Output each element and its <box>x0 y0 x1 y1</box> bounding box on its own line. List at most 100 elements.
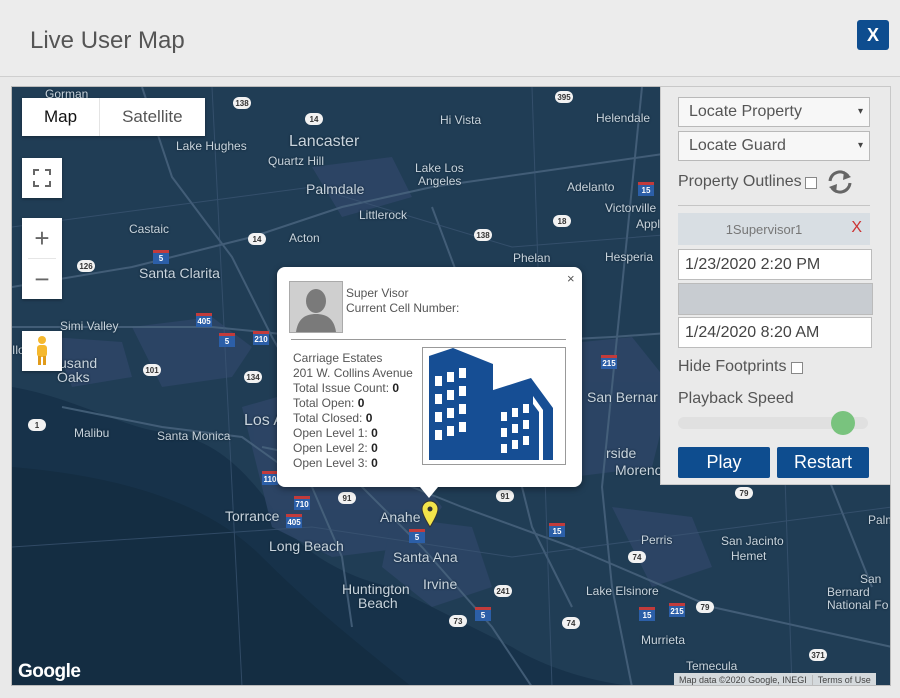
stat-row: Total Open: 0 <box>293 396 365 410</box>
map-label: Beach <box>358 595 398 611</box>
interstate-shield: 15 <box>638 182 654 196</box>
stat-row: Total Issue Count: 0 <box>293 381 400 395</box>
property-address: 201 W. Collins Avenue <box>293 366 413 380</box>
map-label: Murrieta <box>641 633 686 647</box>
map-label: National Fo <box>827 598 889 612</box>
route-shield: 74 <box>628 551 646 563</box>
interstate-shield: 710 <box>294 496 310 510</box>
route-shield: 91 <box>338 492 356 504</box>
route-shield: 91 <box>496 490 514 502</box>
route-shield: 74 <box>562 617 580 629</box>
chevron-down-icon: ▾ <box>857 140 863 151</box>
map-label: Santa Clarita <box>139 265 220 281</box>
fullscreen-icon <box>33 169 51 187</box>
map-type-control: Map Satellite <box>22 98 205 136</box>
route-shield: 138 <box>474 229 492 241</box>
remove-user-button[interactable]: X <box>851 219 862 237</box>
map-label: Victorville <box>605 201 657 215</box>
control-panel: Locate Property ▾ Locate Guard ▾ Property … <box>660 86 891 485</box>
locate-property-select[interactable]: Locate Property ▾ <box>678 97 870 127</box>
map-label: Santa Monica <box>157 429 231 443</box>
map-label: Santa Ana <box>393 549 458 565</box>
route-shield: 126 <box>77 260 95 272</box>
map-label: San Bernar <box>587 389 658 405</box>
dialog-header: Live User Map X <box>0 0 900 77</box>
building-image <box>422 347 566 465</box>
refresh-icon <box>828 170 852 194</box>
route-shield: 14 <box>248 233 266 245</box>
date-range-spacer <box>678 283 873 315</box>
restart-button[interactable]: Restart <box>777 447 869 478</box>
map-label: Hemet <box>731 549 767 563</box>
map-label: Quartz Hill <box>268 154 325 168</box>
route-shield: 79 <box>735 487 753 499</box>
property-stats: Carriage Estates 201 W. Collins Avenue T… <box>293 351 413 471</box>
stat-row: Total Closed: 0 <box>293 411 373 425</box>
plus-icon: + <box>34 222 50 253</box>
info-window: × Super Visor Current Cell Number: Carri… <box>277 267 582 498</box>
map-label: Littlerock <box>359 208 408 222</box>
map-label: Temecula <box>686 659 738 673</box>
route-shield: 1 <box>28 419 46 431</box>
end-date-input[interactable]: 1/24/2020 8:20 AM <box>678 317 872 348</box>
map-label: Long Beach <box>269 538 344 554</box>
close-button[interactable]: X <box>857 20 889 50</box>
start-date-input[interactable]: 1/23/2020 2:20 PM <box>678 249 872 280</box>
route-shield: 18 <box>553 215 571 227</box>
cell-number-label: Current Cell Number: <box>346 301 460 315</box>
zoom-in-button[interactable]: + <box>22 218 62 258</box>
map-label: San Jacinto <box>721 534 784 548</box>
selected-user-chip: 1Supervisor1 X <box>678 213 870 245</box>
minus-icon: − <box>34 263 50 294</box>
map-label: Lake Los <box>415 161 464 175</box>
map-label: Phelan <box>513 251 551 265</box>
map-label: Malibu <box>74 426 110 440</box>
map-label: Bernard <box>827 585 870 599</box>
map-marker-icon <box>421 500 439 528</box>
zoom-control: + − <box>22 218 62 299</box>
map-label: Adelanto <box>567 180 615 194</box>
hide-footprints-checkbox[interactable] <box>791 362 803 374</box>
play-button[interactable]: Play <box>678 447 770 478</box>
street-view-pegman-button[interactable] <box>22 331 62 371</box>
divider <box>291 339 566 340</box>
map-data-text: Map data ©2020 Google, INEGI <box>679 675 807 685</box>
avatar <box>289 281 343 333</box>
info-window-close-button[interactable]: × <box>567 271 575 286</box>
fullscreen-button[interactable] <box>22 158 62 198</box>
route-shield: 101 <box>143 364 161 376</box>
person-icon <box>290 282 342 332</box>
map-label: Simi Valley <box>60 319 119 333</box>
map-type-map-button[interactable]: Map <box>22 98 101 136</box>
refresh-button[interactable] <box>826 169 854 200</box>
map-type-satellite-button[interactable]: Satellite <box>100 98 204 136</box>
map-label: Palmdale <box>306 181 365 197</box>
map-label: Helendale <box>596 111 651 125</box>
map-label: Anahe <box>380 509 421 525</box>
interstate-shield: 5 <box>219 333 235 347</box>
locate-guard-select[interactable]: Locate Guard ▾ <box>678 131 870 161</box>
interstate-shield: 15 <box>639 607 655 621</box>
location-pin[interactable] <box>421 500 439 533</box>
interstate-shield: 110 <box>262 471 278 485</box>
playback-speed-label: Playback Speed <box>678 390 794 407</box>
building-icon <box>429 348 553 460</box>
playback-speed-knob[interactable] <box>831 411 856 435</box>
route-shield: 138 <box>233 97 251 109</box>
hide-footprints-label: Hide Footprints <box>678 358 787 375</box>
interstate-shield: 210 <box>253 331 269 345</box>
zoom-out-button[interactable]: − <box>22 259 62 299</box>
route-shield: 73 <box>449 615 467 627</box>
map-label: Angeles <box>418 174 462 188</box>
map-label: Irvine <box>423 576 458 592</box>
terms-of-use-link[interactable]: Terms of Use <box>811 675 876 685</box>
divider <box>678 205 870 206</box>
property-outlines-checkbox[interactable] <box>805 177 817 189</box>
interstate-shield: 215 <box>669 603 685 617</box>
map-label: Lancaster <box>289 133 360 150</box>
route-shield: 395 <box>555 91 573 103</box>
route-shield: 79 <box>696 601 714 613</box>
pegman-icon <box>37 336 47 365</box>
stat-row: Open Level 1: 0 <box>293 426 378 440</box>
map-label: Perris <box>641 533 673 547</box>
